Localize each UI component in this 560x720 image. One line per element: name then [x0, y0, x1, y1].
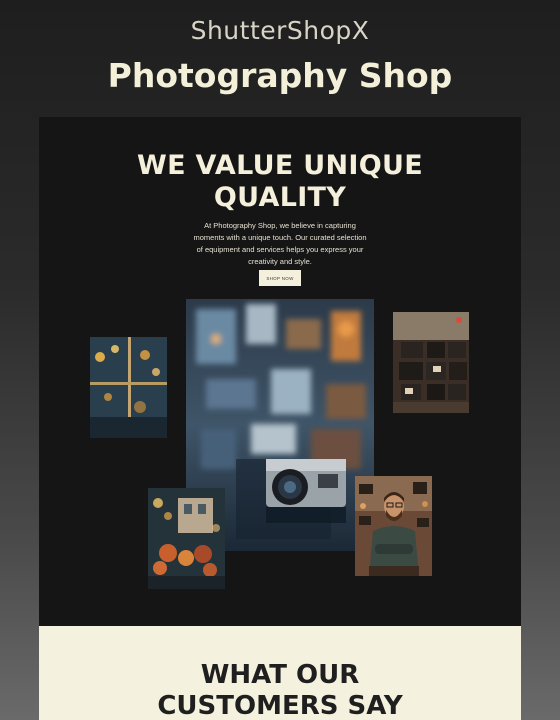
testimonials-heading-line-1: WHAT OUR [200, 660, 360, 690]
brand-name: ShutterShopX [190, 16, 370, 45]
shopkeeper-portrait-photo [355, 476, 432, 576]
street-market-photo [148, 488, 225, 589]
page-title: Photography Shop [107, 56, 453, 95]
shop-now-button[interactable]: SHOP NOW [259, 270, 301, 286]
testimonials-heading: WHAT OUR CUSTOMERS SAY [39, 660, 521, 720]
testimonials-section: WHAT OUR CUSTOMERS SAY [39, 626, 521, 720]
bokeh-lights-photo [90, 337, 167, 438]
vintage-cameras-shelf-photo [393, 312, 469, 413]
landing-page-preview: WE VALUE UNIQUE QUALITY At Photography S… [39, 117, 521, 720]
hero-heading-line-1: WE VALUE UNIQUE [137, 150, 423, 181]
hero-heading-line-2: QUALITY [213, 182, 347, 213]
hero-description: At Photography Shop, we believe in captu… [193, 221, 367, 266]
testimonials-heading-line-2: CUSTOMERS SAY [157, 691, 403, 720]
hero-heading: WE VALUE UNIQUE QUALITY [39, 150, 521, 214]
